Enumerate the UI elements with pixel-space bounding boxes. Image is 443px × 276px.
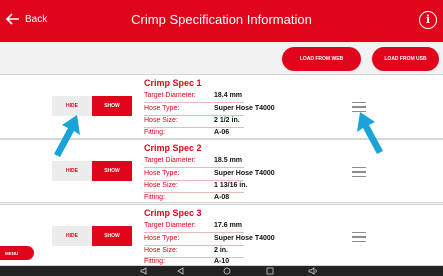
speaker-icon[interactable] [140,267,150,275]
fitting-value: A-10 [214,258,230,265]
spec-title: Crimp Spec 3 [144,208,202,218]
hose-size-value: 2 in. [214,247,229,254]
load-from-web-button[interactable]: LOAD FROM WEB [282,47,361,71]
hose-size-label: Hose Size: [144,117,178,124]
visibility-toggle: HIDE SHOW [52,226,132,246]
top-bar: Back Crimp Specification Information i [0,0,443,42]
divider [144,192,244,193]
target-diameter-row: Target Diameter: 18.5 mm [144,157,242,164]
page-title: Crimp Specification Information [131,12,312,27]
hamburger-menu-icon[interactable] [352,232,366,243]
hose-type-label: Hose Type: [144,235,180,242]
target-diameter-row: Target Diameter: 18.4 mm [144,92,242,99]
info-icon[interactable]: i [419,11,437,29]
fitting-label: Fitting: [144,129,166,136]
divider [144,115,244,116]
target-diameter-row: Target Diameter: 17.6 mm [144,222,242,229]
hose-type-value: Super Hose T4000 [214,235,275,242]
hose-type-label: Hose Type: [144,105,180,112]
hose-type-value: Super Hose T4000 [214,170,275,177]
hose-type-row: Hose Type: Super Hose T4000 [144,105,275,112]
target-diameter-label: Target Diameter: [144,222,196,229]
hose-size-label: Hose Size: [144,182,178,189]
divider [144,127,244,128]
system-nav-bar [0,266,443,276]
show-button[interactable]: SHOW [92,96,132,116]
divider [144,232,244,233]
fitting-row: Fitting: A-08 [144,194,229,201]
hose-type-row: Hose Type: Super Hose T4000 [144,170,275,177]
target-diameter-value: 18.5 mm [214,157,243,164]
divider [144,167,244,168]
hose-size-value: 2 1/2 in. [214,117,240,124]
back-triangle-icon[interactable] [176,267,186,275]
divider [144,102,244,103]
hose-type-row: Hose Type: Super Hose T4000 [144,235,275,242]
fitting-label: Fitting: [144,258,166,265]
annotation-arrow-icon [54,115,80,157]
hamburger-menu-icon[interactable] [352,167,366,178]
show-button[interactable]: SHOW [92,226,132,246]
hose-size-value: 1 13/16 in. [214,182,248,189]
load-from-usb-button[interactable]: LOAD FROM USB [372,47,439,71]
hose-size-row: Hose Size: 2 in. [144,247,228,254]
hose-size-label: Hose Size: [144,247,178,254]
divider [144,180,244,181]
target-diameter-label: Target Diameter: [144,92,196,99]
crimp-spec-card-3: HIDE SHOW Crimp Spec 3 Target Diameter: … [0,204,443,266]
hose-size-row: Hose Size: 2 1/2 in. [144,117,240,124]
spec-title: Crimp Spec 2 [144,143,202,153]
recent-apps-icon[interactable] [265,267,275,275]
hose-size-row: Hose Size: 1 13/16 in. [144,182,247,189]
hide-button[interactable]: HIDE [52,161,92,181]
hide-button[interactable]: HIDE [52,226,92,246]
target-diameter-label: Target Diameter: [144,157,196,164]
spec-title: Crimp Spec 1 [144,78,202,88]
fitting-row: Fitting: A-06 [144,129,229,136]
target-diameter-value: 18.4 mm [214,92,243,99]
annotation-arrow-icon [357,112,383,154]
divider [144,245,244,246]
hose-type-label: Hose Type: [144,170,180,177]
fitting-row: Fitting: A-10 [144,258,229,265]
hose-type-value: Super Hose T4000 [214,105,275,112]
home-circle-icon[interactable] [222,267,232,275]
target-diameter-value: 17.6 mm [214,222,243,229]
fitting-value: A-08 [214,194,230,201]
fitting-label: Fitting: [144,194,166,201]
show-button[interactable]: SHOW [92,161,132,181]
speaker-icon[interactable] [308,267,318,275]
visibility-toggle: HIDE SHOW [52,161,132,181]
menu-button[interactable]: MENU [0,246,34,260]
fitting-value: A-06 [214,129,230,136]
